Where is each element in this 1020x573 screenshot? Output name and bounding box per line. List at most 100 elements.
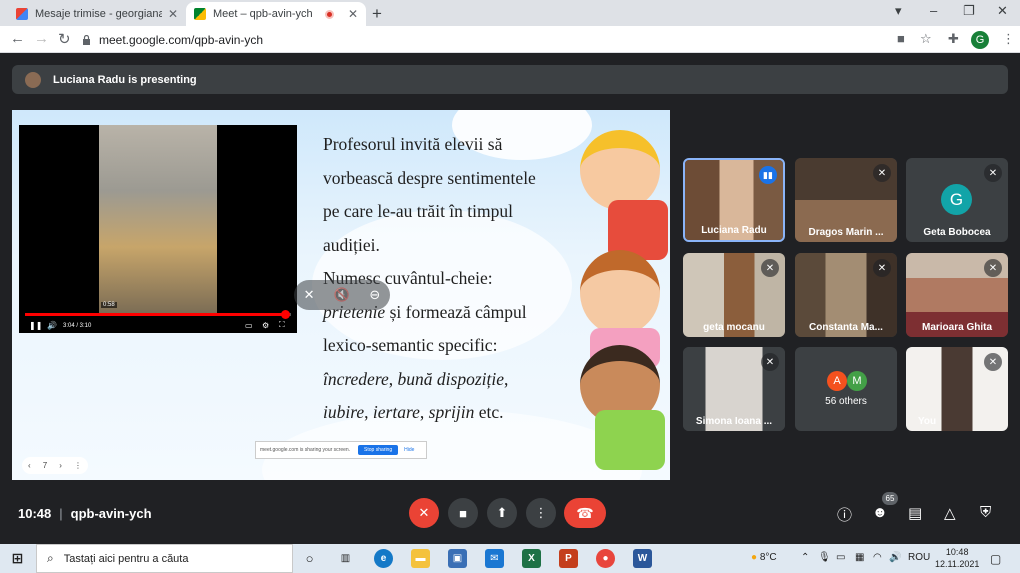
back-icon[interactable]: ← — [10, 30, 25, 47]
tray-chevron-icon[interactable]: ⌃ — [801, 552, 809, 563]
meeting-time: 10:48 — [18, 506, 52, 521]
close-window-button[interactable]: ✕ — [997, 3, 1008, 19]
volume-icon[interactable]: 🔊 — [47, 321, 57, 330]
remove-icon[interactable]: ⊖ — [369, 287, 380, 303]
prev-slide-button[interactable]: ‹ — [28, 461, 31, 470]
tab-search-icon[interactable]: ▾ — [895, 3, 902, 19]
others-tile[interactable]: A M 56 others — [795, 347, 897, 431]
file-explorer-icon[interactable]: ▬ — [411, 549, 430, 568]
screen-share-bar: meet.google.com is sharing your screen. … — [255, 441, 427, 459]
slide-line: audiției. — [323, 234, 380, 255]
activities-icon[interactable]: △ — [944, 504, 956, 522]
tab-gmail[interactable]: Mesaje trimise - georgianapascu ✕ — [8, 2, 186, 26]
forward-icon[interactable]: → — [34, 30, 49, 47]
url-text: meet.google.com/qpb-avin-ych — [99, 32, 264, 47]
participant-name: You — [918, 416, 937, 427]
taskbar-clock[interactable]: 10:48 12.11.2021 — [935, 546, 979, 570]
language-indicator[interactable]: ROU — [908, 552, 930, 563]
mic-toggle-button[interactable]: ✕ — [409, 498, 439, 528]
network-icon[interactable]: ▦ — [855, 552, 864, 563]
next-slide-button[interactable]: › — [59, 461, 62, 470]
participant-tile[interactable]: G ✕ Geta Bobocea — [906, 158, 1008, 242]
mute-presentation-icon[interactable]: 🔇 — [334, 287, 350, 303]
task-view-icon[interactable]: ▥ — [336, 549, 355, 568]
participant-tile[interactable]: ✕ Dragos Marin ... — [795, 158, 897, 242]
chrome-icon[interactable]: ● — [596, 549, 615, 568]
more-icon[interactable]: ⋮ — [74, 461, 82, 470]
leave-call-button[interactable]: ☎ — [564, 498, 606, 528]
presenting-banner: Luciana Radu is presenting — [12, 65, 1008, 94]
extensions-icon[interactable]: ✚ — [948, 31, 959, 47]
captions-icon[interactable]: ▭ — [245, 321, 253, 330]
classroom-video-frame — [99, 125, 217, 313]
mic-tray-icon[interactable]: 🎙 — [818, 552, 831, 563]
stop-sharing-button[interactable]: Stop sharing — [358, 445, 399, 455]
fullscreen-icon[interactable]: ⛶ — [279, 320, 285, 330]
profile-avatar[interactable]: G — [971, 31, 989, 49]
cartoon-boy-face — [580, 130, 660, 210]
recording-icon — [324, 9, 334, 19]
maximize-button[interactable]: ❐ — [963, 3, 975, 19]
bookmark-star-icon[interactable]: ☆ — [920, 31, 932, 47]
menu-icon[interactable]: ⋮ — [1002, 31, 1015, 47]
pause-icon[interactable]: ❚❚ — [29, 321, 42, 330]
more-options-button[interactable]: ⋮ — [526, 498, 556, 528]
store-icon[interactable]: ▣ — [448, 549, 467, 568]
slide-line: iubire, iertare, sprijin etc. — [323, 402, 504, 422]
word-icon[interactable]: W — [633, 549, 652, 568]
tab-meet[interactable]: Meet – qpb-avin-ych ✕ — [186, 2, 366, 26]
cartoon-girl-face — [580, 250, 660, 335]
camera-icon[interactable]: ■ — [897, 31, 905, 46]
participant-tile[interactable]: ✕ Constanta Ma... — [795, 253, 897, 337]
chat-icon[interactable]: ▤ — [908, 504, 922, 522]
embedded-video[interactable]: 0:58 ❚❚ 🔊 3:04 / 3:10 ▭ ⚙ ⛶ — [19, 125, 297, 333]
meet-control-bar: 10:48 | qpb-avin-ych ✕ ■ ⬆ ⋮ ☎ ⓘ ☻ 65 ▤ △ … — [0, 484, 1020, 544]
battery-icon[interactable]: ▭ — [836, 552, 845, 563]
powerpoint-icon[interactable]: P — [559, 549, 578, 568]
participant-tile[interactable]: ▮▮ Luciana Radu — [683, 158, 785, 242]
new-tab-button[interactable]: + — [372, 4, 382, 24]
cortana-icon[interactable]: ○ — [300, 549, 319, 568]
weather-widget[interactable]: ● 8°C — [751, 552, 777, 563]
participant-tile[interactable]: ✕ Simona Ioana ... — [683, 347, 785, 431]
slide-pager: ‹ 7 › ⋮ — [22, 457, 88, 474]
cartoon-kids-illustration — [550, 110, 670, 480]
info-icon[interactable]: ⓘ — [837, 504, 852, 525]
participant-tile[interactable]: ✕ geta mocanu — [683, 253, 785, 337]
address-bar: ← → ↻ meet.google.com/qpb-avin-ych ■ ☆ ✚… — [0, 26, 1020, 53]
edge-icon[interactable]: e — [374, 549, 393, 568]
search-icon: ⌕ — [47, 551, 54, 565]
participant-name: Marioara Ghita — [921, 322, 993, 333]
self-tile[interactable]: ✕ You — [906, 347, 1008, 431]
tab-label: Meet – qpb-avin-ych — [213, 8, 313, 20]
reload-icon[interactable]: ↻ — [58, 30, 71, 48]
people-icon[interactable]: ☻ — [872, 504, 888, 521]
meeting-details: 10:48 | qpb-avin-ych — [18, 506, 152, 521]
close-icon[interactable]: ✕ — [168, 7, 178, 21]
mic-off-icon: ✕ — [984, 259, 1002, 277]
speaking-indicator-icon: ▮▮ — [759, 166, 777, 184]
url-field[interactable]: meet.google.com/qpb-avin-ych — [82, 29, 882, 50]
mail-icon[interactable]: ✉ — [485, 549, 504, 568]
excel-icon[interactable]: X — [522, 549, 541, 568]
taskbar-search[interactable]: ⌕ Tastați aici pentru a căuta — [36, 544, 293, 573]
volume-tray-icon[interactable]: 🔊 — [889, 552, 901, 563]
settings-gear-icon[interactable]: ⚙ — [262, 321, 269, 330]
camera-toggle-button[interactable]: ■ — [448, 498, 478, 528]
windows-start-icon[interactable]: ⊞ — [8, 549, 27, 568]
hide-button[interactable]: Hide — [404, 447, 414, 453]
slide-text: Profesorul invită elevii să vorbească de… — [323, 128, 568, 430]
present-button[interactable]: ⬆ — [487, 498, 517, 528]
close-icon[interactable]: ✕ — [348, 7, 358, 21]
host-controls-icon[interactable]: ⛨ — [980, 504, 991, 521]
minimize-button[interactable]: – — [930, 3, 937, 18]
mic-off-icon: ✕ — [873, 259, 891, 277]
participant-name: Geta Bobocea — [923, 227, 991, 238]
participant-tile[interactable]: ✕ Marioara Ghita — [906, 253, 1008, 337]
unpin-icon[interactable]: ✕ — [304, 287, 315, 303]
wifi-icon[interactable]: ◠ — [873, 552, 882, 563]
video-scrubber-handle[interactable] — [281, 310, 290, 319]
hangup-icon: ☎ — [576, 504, 594, 521]
notifications-icon[interactable]: ▢ — [990, 552, 1001, 566]
video-progress-bar[interactable] — [25, 313, 291, 316]
